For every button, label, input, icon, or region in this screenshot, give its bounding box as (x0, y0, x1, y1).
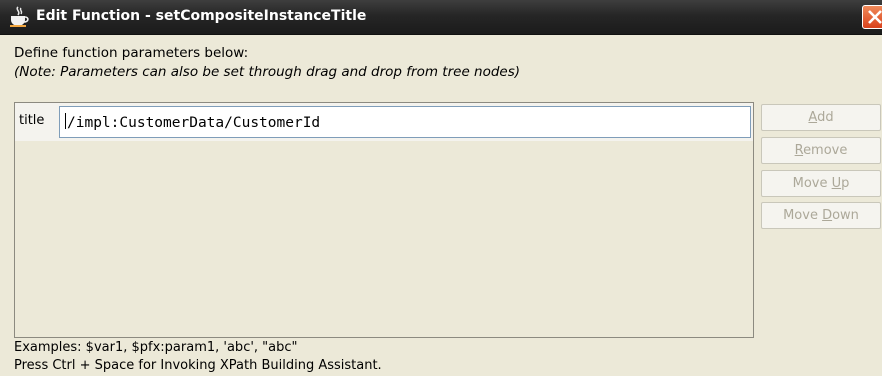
edit-function-dialog: Edit Function - setCompositeInstanceTitl… (0, 0, 882, 376)
parameter-row: title /impl:CustomerData/CustomerId (15, 103, 753, 141)
move-down-button[interactable]: Move Down (761, 202, 881, 229)
window-title: Edit Function - setCompositeInstanceTitl… (36, 8, 367, 24)
move-up-button[interactable]: Move Up (761, 170, 881, 197)
examples-text: Examples: $var1, $pfx:param1, 'abc', "ab… (14, 340, 298, 355)
text-caret (65, 113, 66, 129)
java-cup-icon (8, 6, 30, 28)
parameter-name-label: title (19, 113, 45, 128)
xpath-assistant-hint: Press Ctrl + Space for Invoking XPath Bu… (14, 358, 382, 373)
parameters-panel: title /impl:CustomerData/CustomerId (14, 102, 754, 338)
add-button[interactable]: Add (761, 104, 881, 131)
drag-drop-note: (Note: Parameters can also be set throug… (14, 64, 521, 80)
close-icon (868, 10, 882, 24)
title-bar[interactable]: Edit Function - setCompositeInstanceTitl… (0, 0, 882, 35)
remove-button[interactable]: Remove (761, 137, 881, 164)
close-button[interactable] (862, 5, 882, 29)
parameter-value-text: /impl:CustomerData/CustomerId (67, 115, 321, 131)
instructions-text: Define function parameters below: (14, 45, 249, 61)
parameter-value-field[interactable]: /impl:CustomerData/CustomerId (59, 106, 751, 138)
